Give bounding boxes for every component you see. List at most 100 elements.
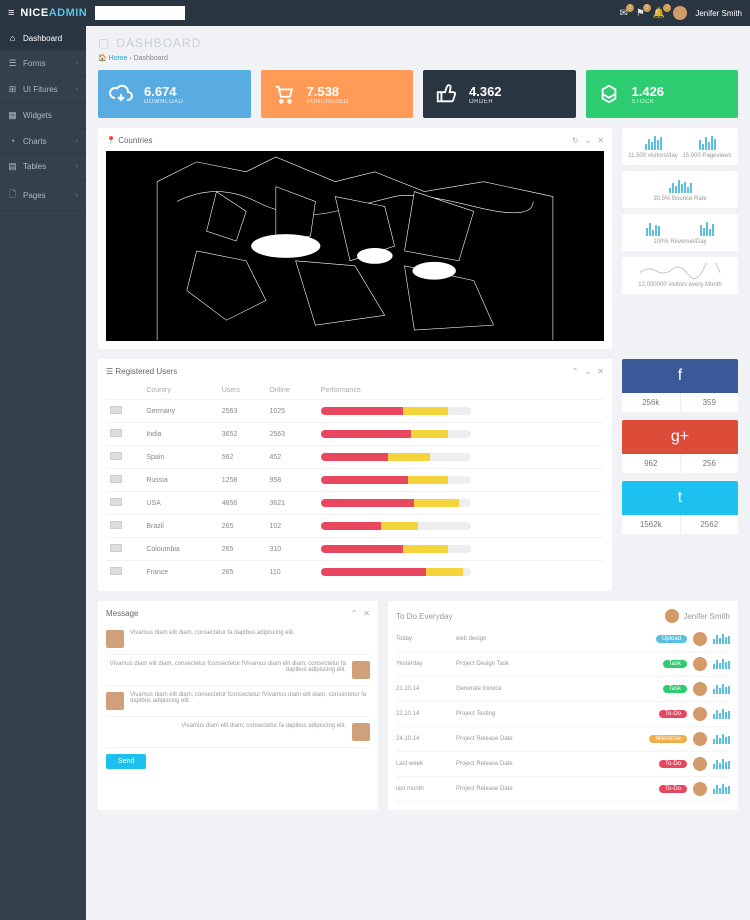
todo-date: Yesterday [396,661,456,667]
todo-task: Project Release Date [456,736,649,742]
stat-stock[interactable]: 1.426STOCK [586,70,739,118]
message-text: Vivamus diam elit diam, consectetur fa d… [130,630,295,636]
ui-icon: ⊞ [8,84,17,95]
close-icon[interactable]: ✕ [597,136,604,145]
close-icon[interactable]: ✕ [597,367,604,376]
stat-value: 1.426 [632,84,665,99]
todo-date: Last week [396,761,456,767]
todo-date: 24.10.14 [396,736,456,742]
social-card[interactable]: t1562k2562 [622,481,738,534]
todo-row[interactable]: Todayweb designUpload [396,627,730,652]
todo-task: Generate Invoice [456,686,663,692]
todo-row[interactable]: Last weekProject Release DateTo-Do [396,752,730,777]
sidebar-item-tables[interactable]: ▤Tables› [0,154,86,180]
cell-country: Russia [142,469,217,492]
chevron-down-icon[interactable]: ⌄ [585,136,592,145]
flag-icon [110,567,122,575]
crumb-home[interactable]: Home [109,55,128,62]
stat-order[interactable]: 4.362ORDER [423,70,576,118]
bell-icon[interactable]: 🔔7 [653,8,665,19]
col-online: Online [265,382,316,400]
sidebar-label: Dashboard [23,34,62,43]
todo-row[interactable]: last monthProject Release DateTo-Do [396,777,730,802]
cart-icon [271,81,297,107]
chevron-down-icon[interactable]: ⌄ [585,367,592,376]
sidebar-item-forms[interactable]: ☰Forms› [0,51,86,77]
todo-task: Project Testing [456,711,659,717]
todo-user: Jenifer Smith [683,612,730,621]
table-row[interactable]: Russia1258958 [106,469,604,492]
send-button[interactable]: Send [106,754,146,769]
table-row[interactable]: USA48563621 [106,492,604,515]
mail-icon[interactable]: ✉2 [620,8,628,19]
stat-download[interactable]: 6.674DOWNLOAD [98,70,251,118]
social-card[interactable]: f256k359 [622,359,738,412]
avatar[interactable] [673,6,687,20]
todo-tag: To-Do [659,760,687,768]
sparkbar-icon [682,220,732,236]
close-icon[interactable]: ✕ [363,609,370,618]
alert-icon[interactable]: ⚑5 [636,8,645,19]
cell-country: Spain [142,446,217,469]
message-item: Vivamus diam elit diam, consectetur fa d… [106,624,370,655]
col-flag [106,382,142,400]
search-input[interactable] [95,6,185,20]
refresh-icon[interactable]: ↻ [572,136,579,145]
table-row[interactable]: Brazil265102 [106,515,604,538]
avatar [693,682,707,696]
stat-purchased[interactable]: 7.538PURCHASED [261,70,414,118]
table-row[interactable]: Germany25631025 [106,400,604,423]
panel-title: Registered Users [115,367,177,376]
todo-tag: Milestone [649,735,687,743]
panel-title: Message [106,609,138,618]
chevron-up-icon[interactable]: ⌃ [351,609,358,618]
flag-icon [110,544,122,552]
cell-country: India [142,423,217,446]
sidebar-item-dashboard[interactable]: ⌂ Dashboard [0,26,86,51]
todo-row[interactable]: 21.10.14Generate InvoiceTask [396,677,730,702]
table-row[interactable]: Coloumbia265310 [106,538,604,561]
users-icon: ☰ [106,367,113,376]
message-item: Vivamus diam elit diam, consectetur fcon… [106,686,370,717]
users-table: Country Users Online Performance Germany… [106,382,604,583]
todo-row[interactable]: YesterdayProject Design TaskTask [396,652,730,677]
avatar [693,782,707,796]
username[interactable]: Jenifer Smith [695,9,742,18]
table-row[interactable]: Spain562452 [106,446,604,469]
cell-users: 2563 [218,400,266,423]
sidebar-label: UI Fitures [23,85,58,94]
cell-country: Coloumbia [142,538,217,561]
todo-row[interactable]: 24.10.14Project Release DateMilestone [396,727,730,752]
brand: NICEADMIN [20,7,87,19]
sparkbar-icon [628,177,732,193]
sidebar-item-pages[interactable]: 🗋Pages› [0,180,86,211]
sidebar-item-widgets[interactable]: ▦Widgets [0,103,86,129]
avatar [106,692,124,710]
page-title: ▢DASHBOARD [98,36,738,50]
sidebar-item-ui[interactable]: ⊞UI Fitures› [0,77,86,103]
world-map[interactable] [106,151,604,341]
todo-row[interactable]: 22.10.14Project TestingTo-Do [396,702,730,727]
dashboard-icon: ▢ [98,36,110,50]
table-row[interactable]: India36522563 [106,423,604,446]
home-icon: ⌂ [8,33,17,43]
sparkbar-icon [713,759,730,769]
social-stat-b: 2562 [681,515,739,534]
stat-value: 7.538 [307,84,349,99]
avatar [693,657,707,671]
table-row[interactable]: France265110 [106,561,604,584]
social-card[interactable]: g+962256 [622,420,738,473]
menu-toggle-icon[interactable]: ≡ [8,7,14,19]
message-text: Vivamus diam elit diam, consectetur fa d… [181,723,346,729]
cell-country: Germany [142,400,217,423]
todo-date: 21.10.14 [396,686,456,692]
sparkbar-icon [713,784,730,794]
chevron-up-icon[interactable]: ⌃ [572,367,579,376]
main: ▢DASHBOARD 🏠 Home › Dashboard 6.674DOWNL… [86,26,750,920]
col-users: Users [218,382,266,400]
messages-panel: Message ⌃ ✕ Vivamus diam elit diam, consec… [98,601,378,810]
avatar [665,609,679,623]
todo-panel: To Do EverydayJenifer Smith Todayweb des… [388,601,738,810]
cell-online: 3621 [265,492,316,515]
sidebar-item-charts[interactable]: ◔Charts› [0,129,86,154]
